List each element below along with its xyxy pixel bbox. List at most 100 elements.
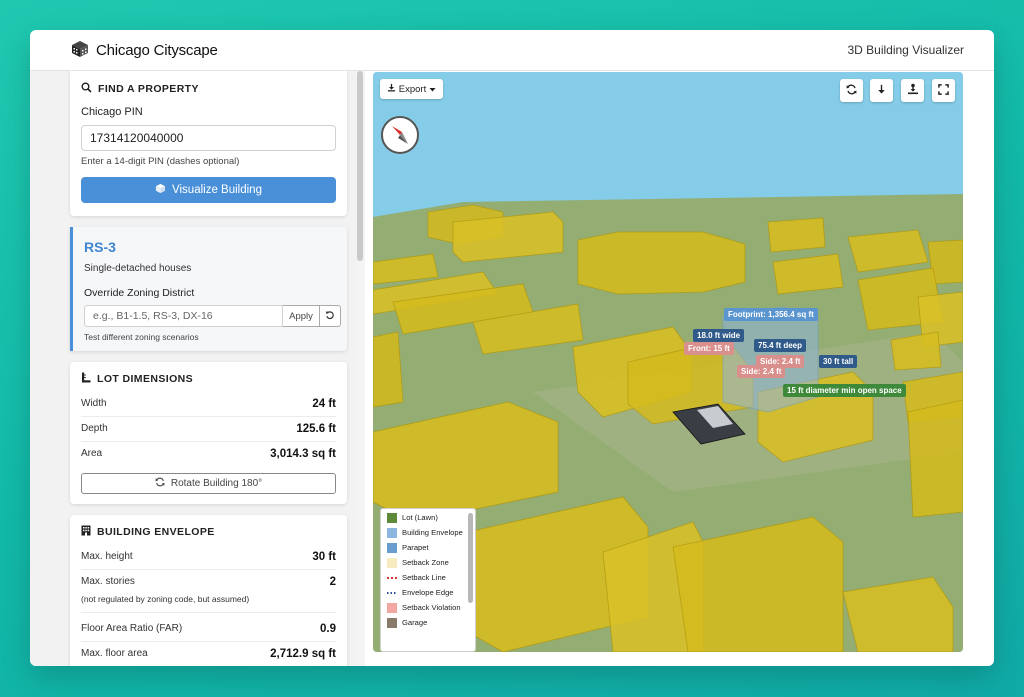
lot-depth-label: Depth [81, 423, 108, 434]
legend-item-envelope-edge: Envelope Edge [387, 588, 469, 598]
legend-item-setback-violation: Setback Violation [387, 603, 469, 613]
rotate-building-label: Rotate Building 180° [170, 478, 263, 489]
building-envelope-swatch [387, 528, 397, 538]
download-button[interactable] [870, 79, 893, 102]
max-floor-area-row: Max. floor area 2,712.9 sq ft [81, 642, 336, 666]
ruler-icon [81, 372, 91, 386]
lot-dimensions-title: LOT DIMENSIONS [97, 373, 194, 385]
rotate-building-button[interactable]: Rotate Building 180° [81, 473, 336, 494]
fullscreen-button[interactable] [932, 79, 955, 102]
visualize-building-label: Visualize Building [172, 184, 262, 196]
search-icon [81, 82, 92, 96]
max-stories-value: 2 [329, 576, 336, 588]
lot-width-value: 24 ft [312, 398, 336, 410]
max-height-label: Max. height [81, 551, 133, 562]
max-stories-row: Max. stories (not regulated by zoning co… [81, 570, 336, 613]
legend-item-building-envelope: Building Envelope [387, 528, 469, 538]
app-tagline: 3D Building Visualizer [847, 43, 964, 57]
max-stories-label: Max. stories [81, 576, 135, 587]
footprint-annotation: Footprint: 1,356.4 sq ft [724, 308, 818, 321]
refresh-view-button[interactable] [840, 79, 863, 102]
width-annotation: 18.0 ft wide [693, 329, 745, 342]
zoning-card: RS-3 Single-detached houses Override Zon… [70, 227, 347, 351]
ground-view-button[interactable] [901, 79, 924, 102]
legend-label-setback-violation: Setback Violation [402, 603, 461, 612]
building-envelope-card: BUILDING ENVELOPE Max. height 30 ft Max.… [70, 515, 347, 666]
sidebar-scrollbar-thumb[interactable] [357, 71, 363, 261]
sidebar: FIND A PROPERTY Chicago PIN 173141200400… [30, 71, 357, 666]
far-value: 0.9 [320, 623, 336, 635]
garage-swatch [387, 618, 397, 628]
pin-help-text: Enter a 14-digit PIN (dashes optional) [81, 156, 240, 167]
download-arrow-icon [876, 82, 887, 100]
3d-viewer[interactable]: Export Footprint: 1,356.4 sq ft 18.0 ft … [373, 72, 963, 652]
map-legend[interactable]: Lot (Lawn) Building Envelope Parapet Set… [380, 508, 476, 652]
legend-label-lot: Lot (Lawn) [402, 513, 438, 522]
lot-area-value: 3,014.3 sq ft [270, 448, 336, 460]
override-help-text: Test different zoning scenarios [84, 332, 199, 342]
setback-zone-swatch [387, 558, 397, 568]
max-height-row: Max. height 30 ft [81, 545, 336, 570]
download-icon [387, 83, 396, 95]
brand-name: Chicago Cityscape [96, 41, 218, 59]
ground-pin-icon [907, 82, 919, 100]
legend-label-setback-zone: Setback Zone [402, 558, 449, 567]
front-setback-annotation: Front: 15 ft [684, 342, 734, 355]
visualize-building-button[interactable]: Visualize Building [81, 177, 336, 203]
lot-swatch [387, 513, 397, 523]
legend-item-garage: Garage [387, 618, 469, 628]
override-zoning-input[interactable]: e.g., B1-1.5, RS-3, DX-16 [84, 305, 283, 327]
lot-depth-row: Depth 125.6 ft [81, 417, 336, 442]
lot-area-label: Area [81, 448, 103, 459]
legend-scrollbar[interactable] [468, 513, 473, 603]
find-property-card: FIND A PROPERTY Chicago PIN 173141200400… [70, 71, 347, 216]
legend-item-setback-zone: Setback Zone [387, 558, 469, 568]
lot-dimensions-card: LOT DIMENSIONS Width 24 ft Depth 125.6 f… [70, 362, 347, 504]
pin-label: Chicago PIN [81, 106, 143, 118]
caret-down-icon [429, 84, 436, 95]
brand[interactable]: Chicago Cityscape [70, 38, 218, 63]
open-space-annotation: 15 ft diameter min open space [783, 384, 906, 397]
undo-icon [325, 307, 335, 325]
compass[interactable] [381, 116, 419, 154]
apply-zoning-button[interactable]: Apply [283, 305, 320, 327]
lot-width-label: Width [81, 398, 107, 409]
legend-label-setback-line: Setback Line [402, 573, 446, 582]
side-setback-annotation-b: Side: 2.4 ft [737, 365, 786, 378]
export-label: Export [398, 83, 427, 95]
envelope-edge-swatch [387, 588, 397, 598]
lot-area-row: Area 3,014.3 sq ft [81, 442, 336, 466]
sidebar-scrollbar[interactable] [356, 71, 365, 666]
compass-needle-icon [383, 126, 417, 156]
max-floor-area-value: 2,712.9 sq ft [270, 648, 336, 660]
refresh-icon [846, 82, 857, 100]
far-label: Floor Area Ratio (FAR) [81, 623, 183, 634]
app-window: Chicago Cityscape 3D Building Visualizer… [30, 30, 994, 666]
legend-label-garage: Garage [402, 618, 428, 627]
height-annotation: 30 ft tall [819, 355, 858, 368]
override-zoning-label: Override Zoning District [84, 287, 195, 299]
fullscreen-icon [938, 82, 949, 100]
legend-label-envelope-edge: Envelope Edge [402, 588, 454, 597]
find-property-title: FIND A PROPERTY [98, 83, 199, 95]
zoning-code: RS-3 [84, 239, 116, 255]
reset-zoning-button[interactable] [320, 305, 341, 327]
lot-width-row: Width 24 ft [81, 392, 336, 417]
max-height-value: 30 ft [312, 551, 336, 563]
export-button[interactable]: Export [380, 79, 443, 99]
legend-label-parapet: Parapet [402, 543, 429, 552]
top-bar: Chicago Cityscape 3D Building Visualizer [30, 30, 994, 71]
far-row: Floor Area Ratio (FAR) 0.9 [81, 617, 336, 642]
city-logo-icon [70, 38, 90, 63]
legend-item-lot: Lot (Lawn) [387, 513, 469, 523]
rotate-icon [155, 477, 165, 490]
legend-item-setback-line: Setback Line [387, 573, 469, 583]
parapet-swatch [387, 543, 397, 553]
max-floor-area-label: Max. floor area [81, 648, 148, 659]
override-zoning-group: e.g., B1-1.5, RS-3, DX-16 Apply [84, 305, 341, 327]
max-stories-note: (not regulated by zoning code, but assum… [81, 594, 250, 604]
lot-depth-value: 125.6 ft [296, 423, 336, 435]
depth-annotation: 75.4 ft deep [754, 339, 807, 352]
pin-input[interactable]: 17314120040000 [81, 125, 336, 151]
building-envelope-title: BUILDING ENVELOPE [97, 526, 215, 538]
